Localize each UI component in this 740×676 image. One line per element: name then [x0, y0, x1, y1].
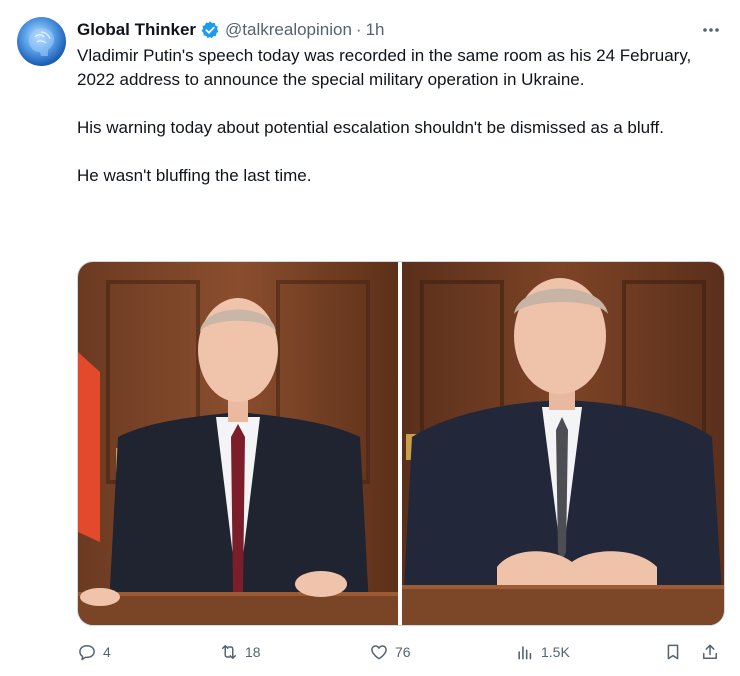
heart-icon: [371, 645, 387, 660]
reply-count: 4: [103, 644, 111, 660]
author-avatar[interactable]: [17, 17, 66, 66]
repost-count: 18: [245, 644, 261, 660]
tweet-paragraph: His warning today about potential escala…: [77, 118, 664, 137]
tweet-timestamp[interactable]: 1h: [366, 20, 385, 40]
separator-dot: ·: [355, 20, 362, 39]
more-dots-icon: [703, 28, 719, 32]
author-name[interactable]: Global Thinker: [77, 20, 196, 40]
tweet-paragraph: Vladimir Putin's speech today was record…: [77, 46, 692, 89]
media-image-left[interactable]: [78, 262, 398, 625]
tweet-actions-bar: 4 18 76 1.5K: [77, 640, 723, 668]
tweet-card[interactable]: Global Thinker @talkrealopinion · 1h Vla…: [0, 0, 740, 676]
views-chart-icon: [518, 646, 532, 660]
verified-badge-icon: [201, 21, 219, 39]
repost-button[interactable]: 18: [219, 642, 261, 662]
author-handle[interactable]: @talkrealopinion: [225, 20, 352, 40]
repost-arrows-icon: [222, 645, 236, 659]
share-button[interactable]: [700, 642, 720, 662]
brain-avatar-icon: [29, 28, 55, 56]
like-count: 76: [395, 644, 411, 660]
photo-man-at-desk-red-tie-icon: [78, 262, 398, 625]
tweet-paragraph: He wasn't bluffing the last time.: [77, 166, 312, 185]
tweet-text: Vladimir Putin's speech today was record…: [77, 44, 717, 188]
tweet-header: Global Thinker @talkrealopinion · 1h: [77, 18, 385, 42]
like-button[interactable]: 76: [369, 642, 411, 662]
reply-button[interactable]: 4: [77, 642, 111, 662]
media-image-right[interactable]: [402, 262, 724, 625]
bookmark-icon: [667, 644, 679, 660]
more-options-button[interactable]: [700, 20, 722, 40]
bookmark-button[interactable]: [663, 642, 683, 662]
tweet-media-grid: [77, 261, 725, 626]
share-upload-icon: [703, 644, 717, 659]
photo-man-at-desk-grey-tie-icon: [402, 262, 724, 625]
reply-bubble-icon: [79, 645, 95, 661]
views-button[interactable]: 1.5K: [515, 642, 570, 662]
views-count: 1.5K: [541, 644, 570, 660]
